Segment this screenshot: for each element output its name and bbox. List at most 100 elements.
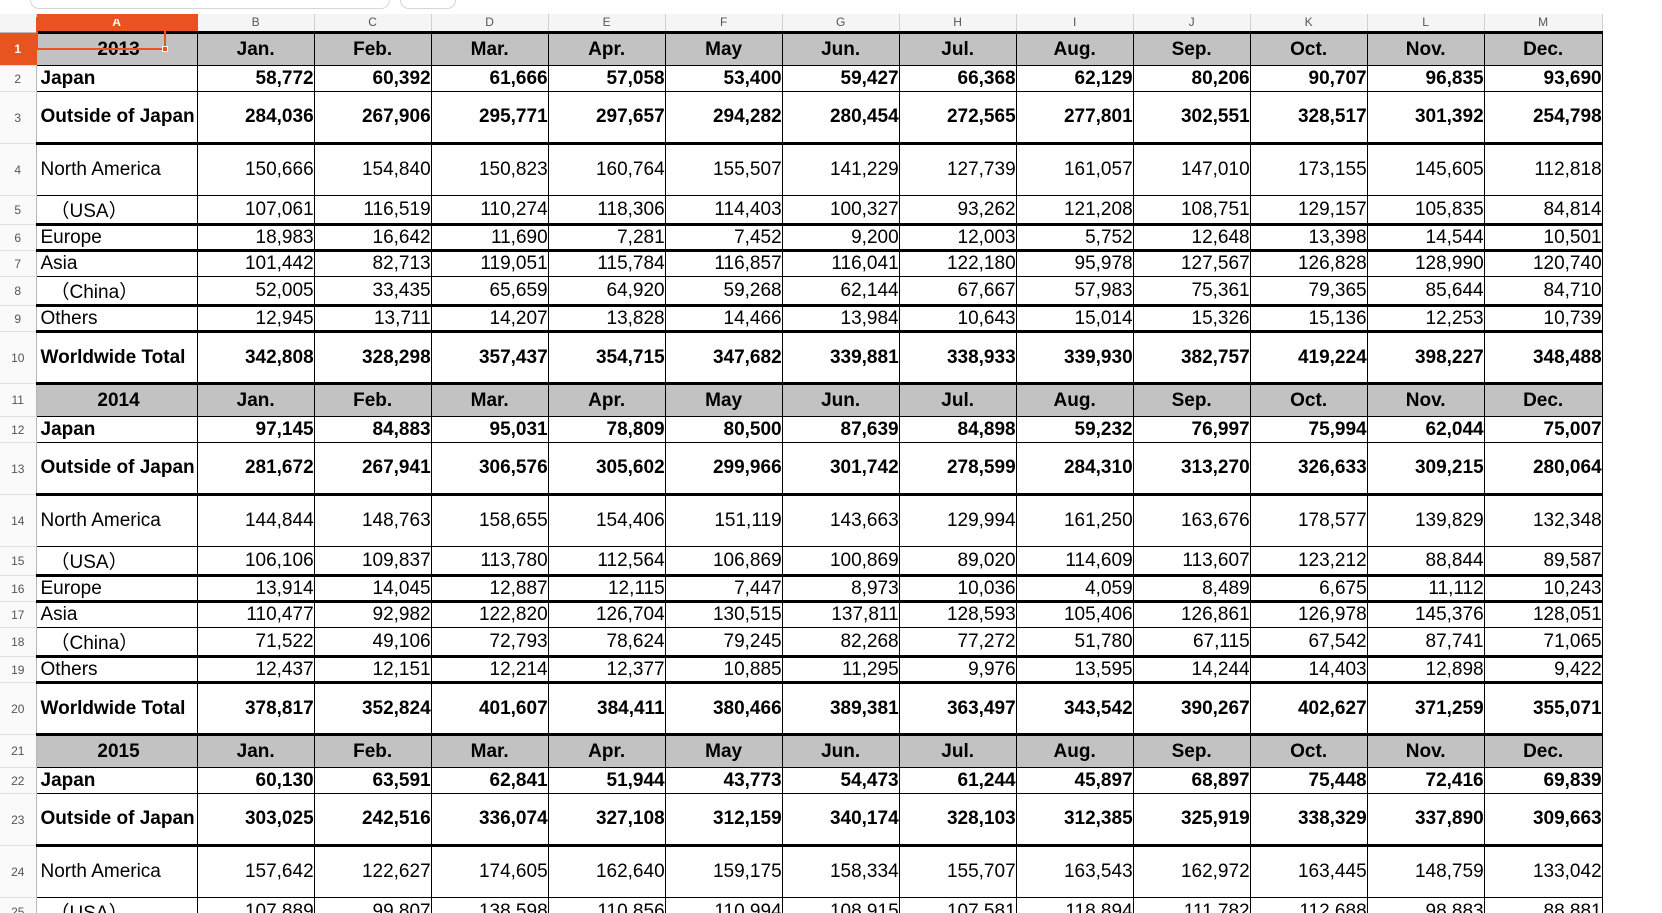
- table-row[interactable]: 5 （USA） 107,061 116,519 110,274 118,306 114,40…: [0, 195, 1603, 225]
- month-header-cell[interactable]: Nov.: [1367, 31, 1485, 66]
- value-cell[interactable]: 60,392: [314, 65, 432, 92]
- value-cell[interactable]: 157,642: [197, 844, 315, 898]
- value-cell[interactable]: 280,454: [782, 91, 900, 144]
- table-row[interactable]: 19 Others 12,437 12,151 12,214 12,377 10,885 11…: [0, 655, 1603, 684]
- row-header-20[interactable]: 20: [0, 682, 37, 735]
- column-header-c[interactable]: C: [314, 14, 432, 33]
- value-cell[interactable]: 13,828: [548, 304, 666, 333]
- column-header-l[interactable]: L: [1367, 14, 1485, 33]
- row-label-cell[interactable]: （USA）: [35, 546, 198, 576]
- value-cell[interactable]: 89,587: [1484, 546, 1603, 576]
- select-all-corner[interactable]: [0, 14, 37, 33]
- table-row[interactable]: 23 Outside of Japan 303,025 242,516 336,074 3…: [0, 793, 1603, 846]
- value-cell[interactable]: 82,268: [782, 627, 900, 657]
- month-header-cell[interactable]: May: [665, 733, 783, 768]
- value-cell[interactable]: 52,005: [197, 276, 315, 306]
- value-cell[interactable]: 76,997: [1133, 416, 1251, 443]
- value-cell[interactable]: 7,452: [665, 223, 783, 251]
- month-header-cell[interactable]: Feb.: [314, 382, 432, 417]
- row-header-2[interactable]: 2: [0, 65, 37, 92]
- row-label-cell[interactable]: Asia: [35, 600, 198, 628]
- value-cell[interactable]: 13,595: [1016, 655, 1134, 684]
- column-header-e[interactable]: E: [548, 14, 666, 33]
- value-cell[interactable]: 5,752: [1016, 223, 1134, 251]
- value-cell[interactable]: 118,894: [1016, 897, 1134, 913]
- row-label-cell[interactable]: （USA）: [35, 195, 198, 225]
- month-header-cell[interactable]: Jul.: [899, 382, 1017, 417]
- value-cell[interactable]: 161,250: [1016, 493, 1134, 547]
- value-cell[interactable]: 301,392: [1367, 91, 1485, 144]
- table-row[interactable]: 18 （China） 71,522 49,106 72,793 78,624 79,245 8…: [0, 627, 1603, 657]
- month-header-cell[interactable]: May: [665, 31, 783, 66]
- value-cell[interactable]: 93,690: [1484, 65, 1603, 92]
- value-cell[interactable]: 75,007: [1484, 416, 1603, 443]
- value-cell[interactable]: 8,489: [1133, 574, 1251, 602]
- value-cell[interactable]: 60,130: [197, 767, 315, 794]
- value-cell[interactable]: 93,262: [899, 195, 1017, 225]
- value-cell[interactable]: 145,605: [1367, 142, 1485, 196]
- spreadsheet-grid[interactable]: ABCDEFGHIJKLM 1 2013 Jan. Feb. Mar. Apr. May Ju…: [0, 14, 1603, 913]
- value-cell[interactable]: 120,740: [1484, 249, 1603, 277]
- value-cell[interactable]: 294,282: [665, 91, 783, 144]
- value-cell[interactable]: 113,607: [1133, 546, 1251, 576]
- value-cell[interactable]: 10,036: [899, 574, 1017, 602]
- row-label-cell[interactable]: Outside of Japan: [35, 442, 198, 495]
- value-cell[interactable]: 12,214: [431, 655, 549, 684]
- table-row[interactable]: 4 North America 150,666 154,840 150,823 160,7…: [0, 142, 1603, 196]
- value-cell[interactable]: 114,403: [665, 195, 783, 225]
- value-cell[interactable]: 380,466: [665, 681, 783, 735]
- value-cell[interactable]: 10,501: [1484, 223, 1603, 251]
- value-cell[interactable]: 4,059: [1016, 574, 1134, 602]
- column-header-k[interactable]: K: [1250, 14, 1368, 33]
- value-cell[interactable]: 302,551: [1133, 91, 1251, 144]
- value-cell[interactable]: 126,704: [548, 600, 666, 628]
- value-cell[interactable]: 105,835: [1367, 195, 1485, 225]
- value-cell[interactable]: 68,897: [1133, 767, 1251, 794]
- value-cell[interactable]: 75,361: [1133, 276, 1251, 306]
- value-cell[interactable]: 303,025: [197, 793, 315, 846]
- value-cell[interactable]: 106,869: [665, 546, 783, 576]
- value-cell[interactable]: 6,675: [1250, 574, 1368, 602]
- value-cell[interactable]: 299,966: [665, 442, 783, 495]
- value-cell[interactable]: 328,517: [1250, 91, 1368, 144]
- row-header-11[interactable]: 11: [0, 383, 37, 417]
- value-cell[interactable]: 242,516: [314, 793, 432, 846]
- value-cell[interactable]: 295,771: [431, 91, 549, 144]
- year-label-cell[interactable]: 2015: [35, 733, 198, 768]
- month-header-cell[interactable]: Jan.: [197, 733, 315, 768]
- value-cell[interactable]: 112,564: [548, 546, 666, 576]
- month-header-cell[interactable]: Feb.: [314, 31, 432, 66]
- value-cell[interactable]: 99,807: [314, 897, 432, 913]
- value-cell[interactable]: 105,406: [1016, 600, 1134, 628]
- value-cell[interactable]: 90,707: [1250, 65, 1368, 92]
- value-cell[interactable]: 67,542: [1250, 627, 1368, 657]
- value-cell[interactable]: 150,666: [197, 142, 315, 196]
- row-label-cell[interactable]: Asia: [35, 249, 198, 277]
- value-cell[interactable]: 281,672: [197, 442, 315, 495]
- value-cell[interactable]: 112,818: [1484, 142, 1603, 196]
- month-header-cell[interactable]: Mar.: [431, 382, 549, 417]
- value-cell[interactable]: 144,844: [197, 493, 315, 547]
- value-cell[interactable]: 178,577: [1250, 493, 1368, 547]
- value-cell[interactable]: 66,368: [899, 65, 1017, 92]
- value-cell[interactable]: 328,103: [899, 793, 1017, 846]
- value-cell[interactable]: 61,244: [899, 767, 1017, 794]
- value-cell[interactable]: 147,010: [1133, 142, 1251, 196]
- value-cell[interactable]: 145,376: [1367, 600, 1485, 628]
- value-cell[interactable]: 155,707: [899, 844, 1017, 898]
- value-cell[interactable]: 12,151: [314, 655, 432, 684]
- value-cell[interactable]: 72,416: [1367, 767, 1485, 794]
- row-label-cell[interactable]: Europe: [35, 223, 198, 251]
- row-header-12[interactable]: 12: [0, 416, 37, 443]
- value-cell[interactable]: 277,801: [1016, 91, 1134, 144]
- row-label-cell[interactable]: Others: [35, 304, 198, 333]
- value-cell[interactable]: 378,817: [197, 681, 315, 735]
- value-cell[interactable]: 127,739: [899, 142, 1017, 196]
- row-header-15[interactable]: 15: [0, 546, 37, 576]
- value-cell[interactable]: 9,976: [899, 655, 1017, 684]
- value-cell[interactable]: 8,973: [782, 574, 900, 602]
- value-cell[interactable]: 9,200: [782, 223, 900, 251]
- value-cell[interactable]: 390,267: [1133, 681, 1251, 735]
- value-cell[interactable]: 158,655: [431, 493, 549, 547]
- value-cell[interactable]: 305,602: [548, 442, 666, 495]
